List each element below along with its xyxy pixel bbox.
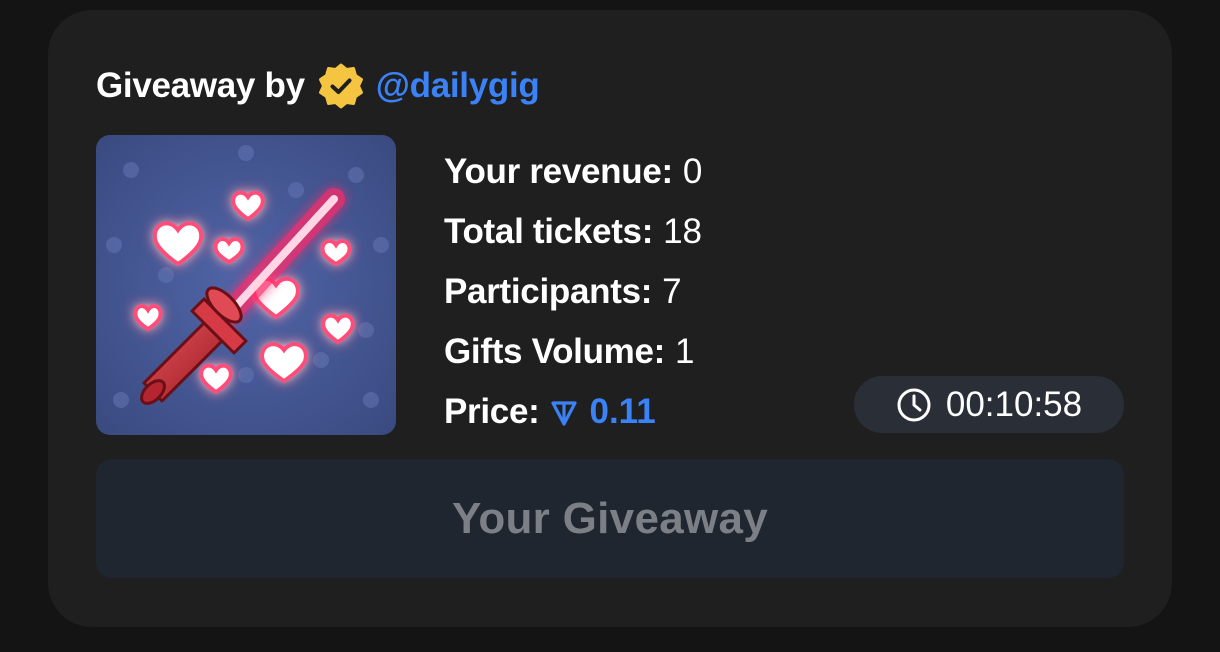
verified-badge-icon <box>318 63 364 109</box>
volume-value: 1 <box>675 332 695 371</box>
revenue-label: Your revenue: <box>444 152 673 191</box>
timer-value: 00:10:58 <box>945 384 1083 424</box>
giveaway-header: Giveaway by @dailygig <box>96 62 540 110</box>
giveaway-by-label: Giveaway by <box>96 66 305 105</box>
price-value-group: 0.11 <box>549 392 656 432</box>
price-row: Price: 0.11 <box>444 382 702 442</box>
ton-icon <box>549 397 579 427</box>
author-link[interactable]: @dailygig <box>376 66 540 106</box>
volume-row: Gifts Volume: 1 <box>444 322 702 382</box>
tickets-value: 18 <box>663 212 703 251</box>
tickets-label: Total tickets: <box>444 212 654 251</box>
participants-row: Participants: 7 <box>444 262 702 322</box>
participants-value: 7 <box>662 272 682 311</box>
tickets-row: Total tickets: 18 <box>444 202 702 262</box>
price-value: 0.11 <box>589 392 656 431</box>
clock-icon <box>896 387 932 423</box>
your-giveaway-button[interactable]: Your Giveaway <box>96 459 1124 578</box>
revenue-value: 0 <box>682 152 703 191</box>
volume-label: Gifts Volume: <box>444 332 666 371</box>
giveaway-card: Giveaway by @dailygig Your revenue: 0 To… <box>48 10 1172 627</box>
price-label: Price: <box>444 392 540 431</box>
giveaway-stats: Your revenue: 0 Total tickets: 18 Partic… <box>444 142 702 442</box>
gift-image <box>96 135 396 435</box>
countdown-timer: 00:10:58 <box>854 376 1124 433</box>
revenue-row: Your revenue: 0 <box>444 142 702 202</box>
participants-label: Participants: <box>444 272 653 311</box>
